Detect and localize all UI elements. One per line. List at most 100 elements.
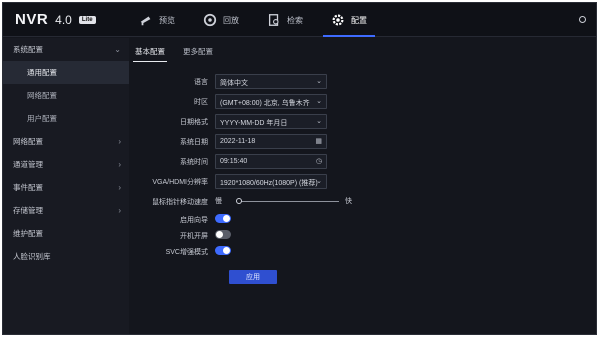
chevron-right-icon: › [118,137,121,146]
brand-logo: NVR 4.0 Lite [15,11,96,28]
sidebar-item-label: 系统配置 [13,45,43,54]
sidebar-item-label: 存储管理 [13,206,43,215]
sidebar-item-label: 网络配置 [13,137,43,146]
toggle-knob [223,215,230,222]
row-lock-screen: 开机开屏 [129,228,596,244]
resolution-value: 1920*1080/60Hz(1080P) (推荐) [220,180,318,187]
brand-tag: Lite [78,15,96,24]
mouse-speed-label: 鼠标指针移动速度 [152,199,208,206]
timezone-value: (GMT+08:00) 北京, 乌鲁木齐 [220,100,310,107]
resolution-select[interactable]: 1920*1080/60Hz(1080P) (推荐) ⌄ [215,174,327,189]
chevron-right-icon: › [118,206,121,215]
brand-version: 4.0 [55,12,72,27]
date-format-select[interactable]: YYYY-MM-DD 年月日 ⌄ [215,114,327,129]
language-label: 语言 [194,79,208,86]
chevron-down-icon: ⌄ [316,118,322,125]
sidebar-item-network[interactable]: 网络配置 › [3,130,129,153]
row-language: 语言 简体中文 ⌄ [129,74,596,90]
chevron-right-icon: › [118,160,121,169]
sidebar-sub-user[interactable]: 用户配置 [3,107,129,130]
sidebar-sub-general[interactable]: 通用配置 [3,61,129,84]
nav-config[interactable]: 配置 [317,3,381,37]
account-icon[interactable] [579,16,586,23]
main-content: 基本配置 更多配置 语言 简体中文 ⌄ 时区 (GMT+08:00) 北京, 乌… [129,38,596,334]
tab-more[interactable]: 更多配置 [181,44,215,62]
nav-label: 预览 [159,15,175,25]
row-date-format: 日期格式 YYYY-MM-DD 年月日 ⌄ [129,114,596,130]
row-system-date: 系统日期 2022-11-18 ▦ [129,134,596,150]
main-nav: 预览 回放 检索 配置 [125,3,381,37]
language-select[interactable]: 简体中文 ⌄ [215,74,327,89]
lock-screen-label: 开机开屏 [180,233,208,240]
system-time-value: 09:15:40 [220,158,248,165]
lock-screen-toggle[interactable] [215,230,231,239]
timezone-label: 时区 [194,99,208,106]
top-bar: NVR 4.0 Lite 预览 回放 检索 配置 [3,3,596,37]
slider-handle[interactable] [236,198,243,204]
app-window: NVR 4.0 Lite 预览 回放 检索 配置 系统配置 ⌄ 通用配置 网络配… [2,2,597,335]
system-date-value: 2022-11-18 [220,138,256,145]
sidebar: 系统配置 ⌄ 通用配置 网络配置 用户配置 网络配置 › 通道管理 › 事件配置… [3,38,129,334]
nav-playback[interactable]: 回放 [189,3,253,37]
row-resolution: VGA/HDMI分辨率 1920*1080/60Hz(1080P) (推荐) ⌄ [129,174,596,190]
tab-bar: 基本配置 更多配置 [133,44,215,62]
svc-mode-toggle[interactable] [215,246,231,255]
sidebar-sub-network[interactable]: 网络配置 [3,84,129,107]
slider-track[interactable] [237,201,339,202]
sidebar-item-label: 维护配置 [13,229,43,238]
chevron-right-icon: › [118,183,121,192]
sidebar-item-storage[interactable]: 存储管理 › [3,199,129,222]
chevron-down-icon: ⌄ [114,45,121,54]
toggle-knob [223,247,230,254]
date-format-value: YYYY-MM-DD 年月日 [220,120,288,127]
nav-label: 检索 [287,15,303,25]
svc-mode-label: SVC增强模式 [165,249,208,256]
system-date-label: 系统日期 [180,139,208,146]
enable-wizard-toggle[interactable] [215,214,231,223]
system-date-field[interactable]: 2022-11-18 ▦ [215,134,327,149]
timezone-select[interactable]: (GMT+08:00) 北京, 乌鲁木齐 ⌄ [215,94,327,109]
apply-button[interactable]: 应用 [229,270,277,284]
date-format-label: 日期格式 [180,119,208,126]
sidebar-sub-label: 通用配置 [27,68,57,77]
chevron-down-icon: ⌄ [316,178,322,185]
system-time-field[interactable]: 09:15:40 ◷ [215,154,327,169]
chevron-down-icon: ⌄ [316,98,322,105]
row-system-time: 系统时间 09:15:40 ◷ [129,154,596,170]
gear-icon [332,14,344,26]
sidebar-item-face-library[interactable]: 人脸识别库 [3,245,129,268]
toggle-knob [216,231,223,238]
sidebar-item-channel[interactable]: 通道管理 › [3,153,129,176]
slider-max-label: 快 [345,198,352,205]
row-timezone: 时区 (GMT+08:00) 北京, 乌鲁木齐 ⌄ [129,94,596,110]
system-time-label: 系统时间 [180,159,208,166]
sidebar-item-label: 事件配置 [13,183,43,192]
nav-search[interactable]: 检索 [253,3,317,37]
nav-preview[interactable]: 预览 [125,3,189,37]
sidebar-item-maintenance[interactable]: 维护配置 [3,222,129,245]
search-file-icon [268,14,279,26]
enable-wizard-label: 启用向导 [180,217,208,224]
sidebar-item-event[interactable]: 事件配置 › [3,176,129,199]
sidebar-item-system[interactable]: 系统配置 ⌄ [3,38,129,61]
sidebar-item-label: 人脸识别库 [13,252,51,261]
slider-min-label: 慢 [215,198,222,205]
camera-icon [140,16,151,26]
tab-basic[interactable]: 基本配置 [133,44,167,62]
row-mouse-speed: 鼠标指针移动速度 慢 快 [129,194,596,210]
nav-label: 配置 [351,15,367,25]
clock-icon[interactable]: ◷ [316,157,322,165]
row-enable-wizard: 启用向导 [129,212,596,228]
resolution-label: VGA/HDMI分辨率 [152,179,208,186]
chevron-down-icon: ⌄ [316,78,322,85]
calendar-icon[interactable]: ▦ [315,137,322,145]
sidebar-item-label: 通道管理 [13,160,43,169]
row-svc-mode: SVC增强模式 [129,244,596,260]
nav-label: 回放 [223,15,239,25]
language-value: 简体中文 [220,80,248,87]
playback-icon [203,13,217,27]
sidebar-sub-label: 用户配置 [27,114,57,123]
brand-name: NVR [15,11,49,28]
mouse-speed-slider[interactable]: 慢 快 [215,196,365,208]
sidebar-sub-label: 网络配置 [27,91,57,100]
